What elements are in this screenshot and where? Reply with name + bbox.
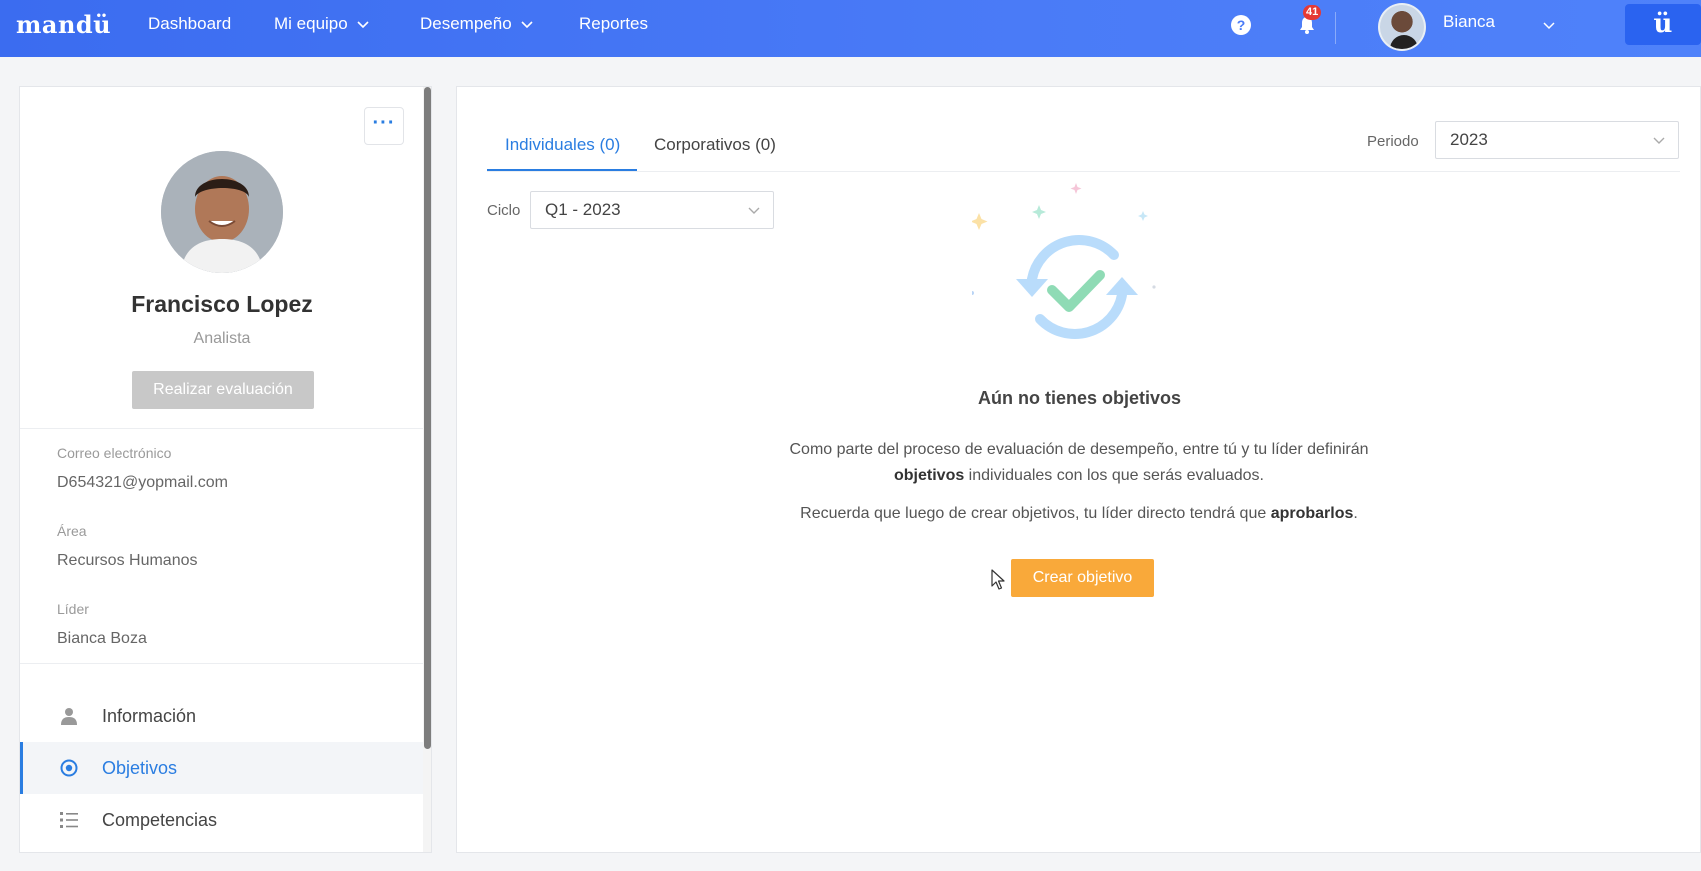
crear-objetivo-button[interactable]: Crear objetivo — [1011, 559, 1154, 597]
period-select[interactable]: 2023 — [1435, 121, 1679, 159]
chevron-down-icon — [521, 21, 533, 29]
profile-role: Analista — [193, 330, 251, 347]
scrollbar-thumb[interactable] — [424, 87, 431, 749]
help-icon[interactable]: ? — [1231, 15, 1251, 35]
empty-state-note: Recuerda que luego de crear objetivos, t… — [800, 505, 1358, 522]
nav-desempeno[interactable]: Desempeño — [420, 14, 534, 34]
menu-item-competencias[interactable]: Competencias — [20, 794, 424, 846]
email-label: Correo electrónico — [57, 445, 172, 461]
app-launcher-button[interactable]: ü — [1625, 4, 1701, 45]
profile-avatar — [161, 151, 283, 273]
menu-item-objetivos[interactable]: Objetivos — [20, 742, 424, 794]
email-value: D654321@yopmail.com — [57, 474, 228, 491]
objectives-panel: Individuales (0) Corporativos (0) Period… — [456, 86, 1701, 853]
objectives-cycle-illustration — [972, 183, 1156, 339]
nav-divider — [1335, 12, 1336, 44]
chevron-down-icon — [357, 21, 369, 29]
leader-value: Bianca Boza — [57, 630, 147, 647]
more-options-button[interactable]: ··· — [364, 107, 404, 145]
top-navbar: mandü Dashboard Mi equipo Desempeño Repo… — [0, 0, 1701, 57]
nav-mi-equipo[interactable]: Mi equipo — [274, 14, 370, 34]
user-name[interactable]: Bianca — [1443, 12, 1495, 32]
period-label: Periodo — [1367, 133, 1419, 150]
chevron-down-icon — [748, 207, 760, 214]
area-label: Área — [57, 523, 87, 539]
chevron-down-icon — [1653, 137, 1665, 144]
user-avatar[interactable] — [1378, 3, 1426, 51]
profile-name: Francisco Lopez — [131, 291, 313, 317]
nav-reportes[interactable]: Reportes — [579, 14, 648, 34]
nav-dashboard[interactable]: Dashboard — [148, 14, 231, 34]
profile-photo — [161, 151, 283, 273]
leader-label: Líder — [57, 601, 89, 617]
cycle-select[interactable]: Q1 - 2023 — [530, 191, 774, 229]
empty-state-description: Como parte del proceso de evaluación de … — [789, 441, 1369, 484]
mouse-cursor-icon — [991, 569, 1005, 590]
target-icon — [60, 759, 78, 777]
tabs-divider — [487, 171, 1680, 172]
list-icon — [60, 812, 78, 828]
menu-item-informacion[interactable]: Información — [20, 690, 424, 742]
cycle-label: Ciclo — [487, 202, 521, 219]
profile-panel: ··· Francisco Lopez Analista Realizar ev… — [19, 86, 432, 853]
divider — [20, 663, 424, 664]
empty-state-title: Aún no tienes objetivos — [977, 388, 1182, 408]
user-icon — [61, 708, 77, 725]
area-value: Recursos Humanos — [57, 552, 198, 569]
chevron-down-icon[interactable] — [1541, 17, 1557, 33]
divider — [20, 428, 424, 429]
tab-corporativos[interactable]: Corporativos (0) — [654, 135, 776, 155]
realizar-evaluacion-button[interactable]: Realizar evaluación — [132, 371, 314, 409]
tab-individuales[interactable]: Individuales (0) — [505, 135, 620, 155]
mandu-logo[interactable]: mandü — [16, 10, 111, 39]
notification-badge: 41 — [1303, 5, 1322, 20]
scrollbar[interactable] — [423, 87, 431, 852]
